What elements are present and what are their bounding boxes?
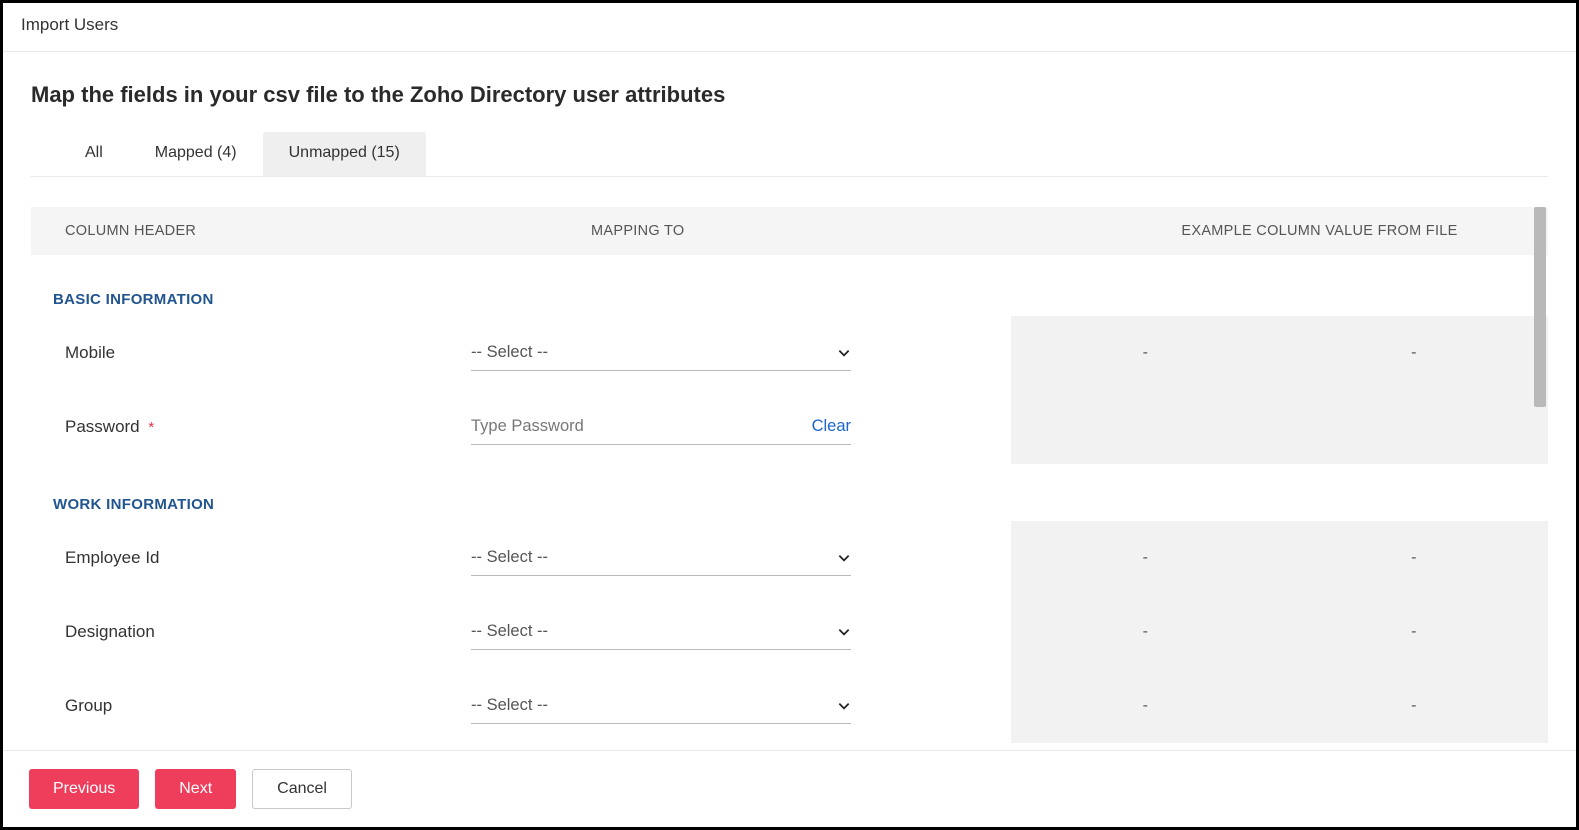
previous-button[interactable]: Previous — [29, 769, 139, 809]
header-column-header: COLUMN HEADER — [31, 223, 471, 239]
mapping-scroll[interactable]: BASIC INFORMATION Mobile -- Select -- - — [31, 259, 1548, 750]
header-mapping-to: MAPPING TO — [471, 223, 1031, 239]
row-password: Password * Clear — [31, 390, 1548, 464]
select-group-value: -- Select -- — [471, 696, 548, 715]
select-designation[interactable]: -- Select -- — [471, 614, 851, 650]
example-employee-id: - - — [1011, 521, 1548, 595]
clear-password-link[interactable]: Clear — [812, 417, 851, 436]
row-employee-id: Employee Id -- Select -- - - — [31, 521, 1548, 595]
input-password[interactable] — [471, 409, 851, 445]
example-designation: - - — [1011, 595, 1548, 669]
tabs: All Mapped (4) Unmapped (15) — [31, 132, 1548, 177]
row-designation: Designation -- Select -- - - — [31, 595, 1548, 669]
instruction-text: Map the fields in your csv file to the Z… — [31, 82, 1548, 108]
label-password: Password * — [31, 417, 471, 437]
chevron-down-icon — [837, 625, 851, 639]
section-work-title: WORK INFORMATION — [31, 464, 1548, 521]
header-example: EXAMPLE COLUMN VALUE FROM FILE — [1031, 223, 1548, 239]
select-employee-id[interactable]: -- Select -- — [471, 540, 851, 576]
select-mobile[interactable]: -- Select -- — [471, 335, 851, 371]
tab-all[interactable]: All — [59, 132, 129, 176]
example-mobile: - - — [1011, 316, 1548, 390]
window-title: Import Users — [21, 15, 118, 34]
chevron-down-icon — [837, 346, 851, 360]
tab-unmapped[interactable]: Unmapped (15) — [263, 132, 426, 176]
select-employee-id-value: -- Select -- — [471, 548, 548, 567]
row-mobile: Mobile -- Select -- - - — [31, 316, 1548, 390]
required-asterisk: * — [148, 419, 154, 436]
title-bar: Import Users — [3, 3, 1576, 52]
label-employee-id: Employee Id — [31, 548, 471, 568]
chevron-down-icon — [837, 699, 851, 713]
example-password — [1011, 390, 1548, 464]
cancel-button[interactable]: Cancel — [252, 769, 352, 809]
select-group[interactable]: -- Select -- — [471, 688, 851, 724]
table-header: COLUMN HEADER MAPPING TO EXAMPLE COLUMN … — [31, 207, 1548, 255]
next-button[interactable]: Next — [155, 769, 236, 809]
label-mobile: Mobile — [31, 343, 471, 363]
footer: Previous Next Cancel — [3, 750, 1576, 827]
chevron-down-icon — [837, 551, 851, 565]
select-designation-value: -- Select -- — [471, 622, 548, 641]
example-group: - - — [1011, 669, 1548, 743]
select-mobile-value: -- Select -- — [471, 343, 548, 362]
section-basic-title: BASIC INFORMATION — [31, 259, 1548, 316]
scrollbar[interactable] — [1534, 207, 1546, 407]
label-designation: Designation — [31, 622, 471, 642]
label-group: Group — [31, 696, 471, 716]
tab-mapped[interactable]: Mapped (4) — [129, 132, 263, 176]
row-group: Group -- Select -- - - — [31, 669, 1548, 743]
